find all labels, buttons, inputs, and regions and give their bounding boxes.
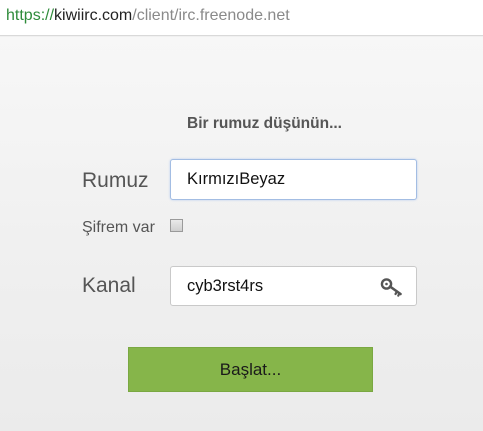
- url-path: /client/irc.freenode.net: [132, 7, 290, 24]
- address-bar[interactable]: https://kiwiirc.com/client/irc.freenode.…: [0, 0, 483, 36]
- url-scheme: https://: [6, 7, 55, 24]
- url-host: kiwiirc.com: [54, 7, 133, 24]
- channel-label: Kanal: [82, 274, 136, 297]
- start-button[interactable]: Başlat...: [128, 347, 373, 392]
- nick-label: Rumuz: [82, 169, 149, 192]
- login-heading: Bir rumuz düşünün...: [187, 115, 342, 132]
- channel-input[interactable]: cyb3rst4rs: [170, 266, 417, 306]
- nick-input-value: KırmızıBeyaz: [187, 170, 286, 188]
- nick-input[interactable]: KırmızıBeyaz: [170, 159, 417, 200]
- password-label: Şifrem var: [82, 219, 155, 236]
- key-icon[interactable]: [380, 277, 404, 297]
- login-panel: Bir rumuz düşünün... Rumuz KırmızıBeyaz …: [0, 37, 483, 431]
- url-text[interactable]: https://kiwiirc.com/client/irc.freenode.…: [6, 7, 290, 25]
- channel-input-value: cyb3rst4rs: [187, 277, 264, 295]
- password-checkbox[interactable]: [170, 219, 183, 232]
